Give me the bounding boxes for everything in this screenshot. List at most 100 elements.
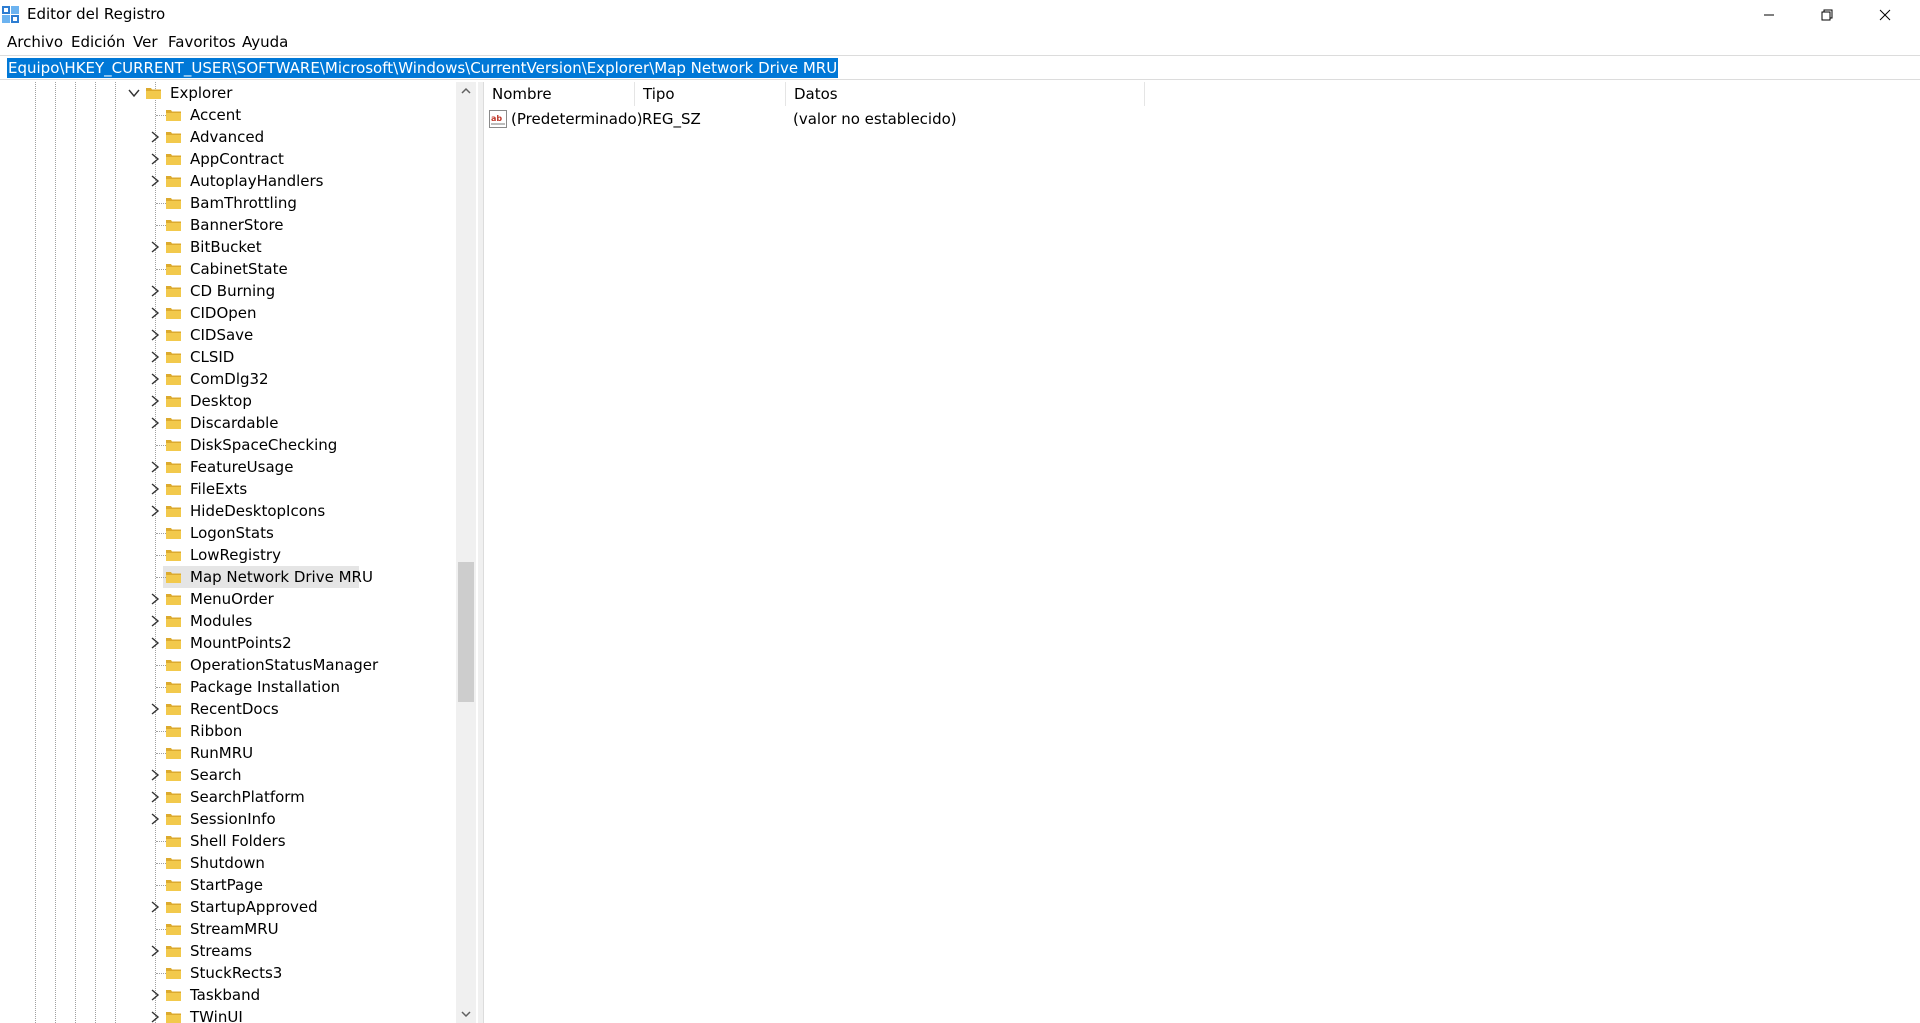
tree-item-mountpoints2[interactable]: MountPoints2 xyxy=(0,632,460,654)
tree-item-modules[interactable]: Modules xyxy=(0,610,460,632)
tree-item-streammru[interactable]: StreamMRU xyxy=(0,918,460,940)
tree-item-featureusage[interactable]: FeatureUsage xyxy=(0,456,460,478)
folder-icon xyxy=(166,418,181,429)
close-icon xyxy=(1879,9,1891,21)
tree-item-autoplayhandlers[interactable]: AutoplayHandlers xyxy=(0,170,460,192)
tree-item-taskband[interactable]: Taskband xyxy=(0,984,460,1006)
chevron-right-icon[interactable] xyxy=(148,592,162,606)
pane-splitter[interactable] xyxy=(478,82,484,1023)
tree-item-map-network-drive-mru[interactable]: Map Network Drive MRU xyxy=(0,566,460,588)
scroll-thumb[interactable] xyxy=(458,562,474,702)
tree-item-explorer[interactable]: Explorer xyxy=(0,82,460,104)
tree-item-searchplatform[interactable]: SearchPlatform xyxy=(0,786,460,808)
tree-item-appcontract[interactable]: AppContract xyxy=(0,148,460,170)
column-header-name[interactable]: Nombre xyxy=(485,82,635,106)
tree-item-diskspacechecking[interactable]: DiskSpaceChecking xyxy=(0,434,460,456)
tree-item-advanced[interactable]: Advanced xyxy=(0,126,460,148)
scroll-down-button[interactable] xyxy=(456,1005,476,1023)
menu-ayuda[interactable]: Ayuda xyxy=(242,33,288,51)
value-row[interactable]: ab (Predeterminado) REG_SZ (valor no est… xyxy=(485,108,1885,130)
chevron-right-icon[interactable] xyxy=(148,174,162,188)
menu-archivo[interactable]: Archivo xyxy=(7,33,63,51)
folder-icon xyxy=(166,880,181,891)
column-header-data[interactable]: Datos xyxy=(787,82,1145,106)
tree-item-streams[interactable]: Streams xyxy=(0,940,460,962)
registry-tree[interactable]: Explorer Accent Advanced AppContract Autopl… xyxy=(0,82,478,1023)
chevron-right-icon[interactable] xyxy=(148,372,162,386)
chevron-right-icon[interactable] xyxy=(148,812,162,826)
tree-item-lowregistry[interactable]: LowRegistry xyxy=(0,544,460,566)
tree-item-desktop[interactable]: Desktop xyxy=(0,390,460,412)
tree-item-sessioninfo[interactable]: SessionInfo xyxy=(0,808,460,830)
chevron-right-icon[interactable] xyxy=(148,482,162,496)
tree-item-cidsave[interactable]: CIDSave xyxy=(0,324,460,346)
chevron-right-icon[interactable] xyxy=(148,944,162,958)
chevron-right-icon[interactable] xyxy=(148,394,162,408)
tree-item-bitbucket[interactable]: BitBucket xyxy=(0,236,460,258)
restore-button[interactable] xyxy=(1800,0,1854,30)
tree-item-clsid[interactable]: CLSID xyxy=(0,346,460,368)
tree-item-label: SearchPlatform xyxy=(190,788,305,806)
tree-item-bannerstore[interactable]: BannerStore xyxy=(0,214,460,236)
chevron-down-icon[interactable] xyxy=(127,86,141,100)
tree-item-comdlg32[interactable]: ComDlg32 xyxy=(0,368,460,390)
menu-favoritos[interactable]: Favoritos xyxy=(168,33,236,51)
tree-item-accent[interactable]: Accent xyxy=(0,104,460,126)
chevron-right-icon[interactable] xyxy=(148,240,162,254)
tree-item-startpage[interactable]: StartPage xyxy=(0,874,460,896)
chevron-right-icon[interactable] xyxy=(148,284,162,298)
tree-item-runmru[interactable]: RunMRU xyxy=(0,742,460,764)
chevron-right-icon[interactable] xyxy=(148,350,162,364)
chevron-right-icon[interactable] xyxy=(148,1010,162,1023)
tree-item-stuckrects3[interactable]: StuckRects3 xyxy=(0,962,460,984)
tree-item-fileexts[interactable]: FileExts xyxy=(0,478,460,500)
address-path-input[interactable]: Equipo\HKEY_CURRENT_USER\SOFTWARE\Micros… xyxy=(7,58,839,78)
tree-item-label: CLSID xyxy=(190,348,235,366)
chevron-right-icon[interactable] xyxy=(148,768,162,782)
chevron-right-icon[interactable] xyxy=(148,988,162,1002)
tree-item-label: CabinetState xyxy=(190,260,288,278)
minimize-button[interactable] xyxy=(1742,0,1796,30)
tree-item-cabinetstate[interactable]: CabinetState xyxy=(0,258,460,280)
tree-item-shell-folders[interactable]: Shell Folders xyxy=(0,830,460,852)
folder-icon xyxy=(166,110,181,121)
folder-icon xyxy=(166,616,181,627)
tree-item-label: CIDOpen xyxy=(190,304,257,322)
tree-item-hidedesktopicons[interactable]: HideDesktopIcons xyxy=(0,500,460,522)
tree-item-recentdocs[interactable]: RecentDocs xyxy=(0,698,460,720)
column-header-type[interactable]: Tipo xyxy=(636,82,786,106)
tree-item-twinui[interactable]: TWinUI xyxy=(0,1006,460,1023)
chevron-right-icon[interactable] xyxy=(148,504,162,518)
tree-scrollbar[interactable] xyxy=(456,82,476,1023)
close-button[interactable] xyxy=(1858,0,1912,30)
address-bar[interactable]: Equipo\HKEY_CURRENT_USER\SOFTWARE\Micros… xyxy=(0,55,1920,80)
chevron-right-icon[interactable] xyxy=(148,416,162,430)
tree-item-discardable[interactable]: Discardable xyxy=(0,412,460,434)
values-list[interactable]: Nombre Tipo Datos ab (Predeterminado) RE… xyxy=(485,82,1920,1023)
tree-item-package-installation[interactable]: Package Installation xyxy=(0,676,460,698)
scroll-up-button[interactable] xyxy=(456,82,476,100)
tree-item-ribbon[interactable]: Ribbon xyxy=(0,720,460,742)
chevron-right-icon[interactable] xyxy=(148,130,162,144)
tree-item-cidopen[interactable]: CIDOpen xyxy=(0,302,460,324)
tree-item-startupapproved[interactable]: StartupApproved xyxy=(0,896,460,918)
tree-item-bamthrottling[interactable]: BamThrottling xyxy=(0,192,460,214)
chevron-right-icon[interactable] xyxy=(148,328,162,342)
chevron-right-icon[interactable] xyxy=(148,614,162,628)
menu-bar: Archivo Edición Ver Favoritos Ayuda xyxy=(0,30,1920,52)
menu-edicion[interactable]: Edición xyxy=(71,33,125,51)
chevron-right-icon[interactable] xyxy=(148,702,162,716)
chevron-right-icon[interactable] xyxy=(148,900,162,914)
chevron-right-icon[interactable] xyxy=(148,460,162,474)
tree-item-cd-burning[interactable]: CD Burning xyxy=(0,280,460,302)
menu-ver[interactable]: Ver xyxy=(133,33,158,51)
chevron-right-icon[interactable] xyxy=(148,152,162,166)
tree-item-search[interactable]: Search xyxy=(0,764,460,786)
tree-item-menuorder[interactable]: MenuOrder xyxy=(0,588,460,610)
chevron-right-icon[interactable] xyxy=(148,636,162,650)
tree-item-shutdown[interactable]: Shutdown xyxy=(0,852,460,874)
tree-item-logonstats[interactable]: LogonStats xyxy=(0,522,460,544)
chevron-right-icon[interactable] xyxy=(148,790,162,804)
tree-item-operationstatusmanager[interactable]: OperationStatusManager xyxy=(0,654,460,676)
chevron-right-icon[interactable] xyxy=(148,306,162,320)
